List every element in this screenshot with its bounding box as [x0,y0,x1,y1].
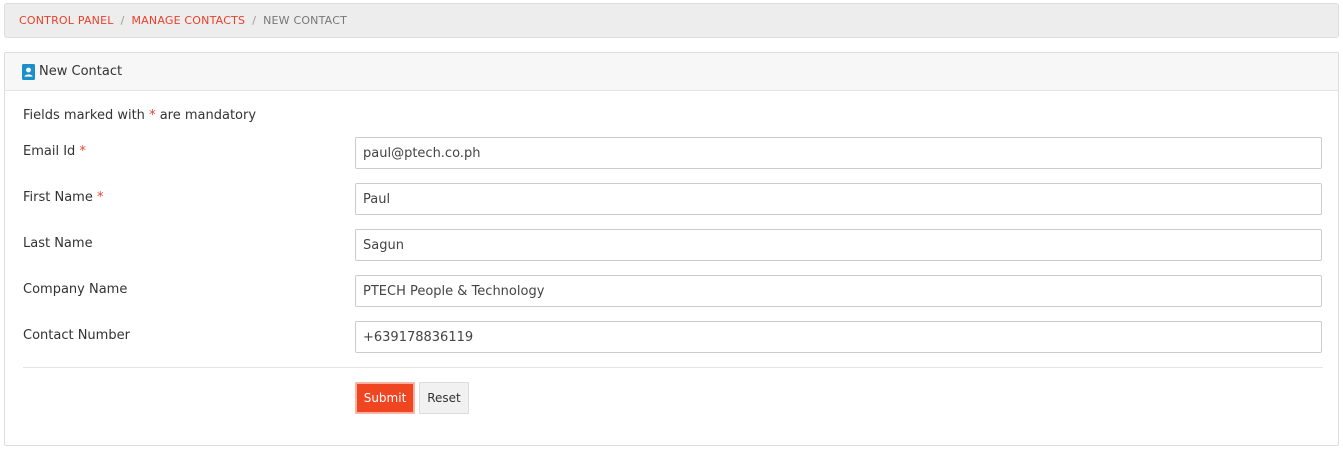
required-asterisk: * [149,108,156,123]
breadcrumb: CONTROL PANEL / MANAGE CONTACTS / NEW CO… [4,3,1339,38]
last-name-row: Last Name [23,229,1323,261]
contact-card-icon [22,63,35,80]
last-name-label: Last Name [23,236,93,251]
first-name-row: First Name * [23,183,1323,215]
email-input[interactable] [355,137,1322,169]
email-label: Email Id * [23,144,86,159]
mandatory-note-suffix: are mandatory [159,108,257,123]
first-name-label: First Name * [23,190,103,205]
last-name-input[interactable] [355,229,1322,261]
company-name-label: Company Name [23,282,128,297]
panel-header: New Contact [5,53,1338,91]
breadcrumb-separator: / [252,14,257,27]
breadcrumb-separator: / [120,14,125,27]
required-asterisk: * [96,190,104,205]
panel-title: New Contact [39,64,123,79]
breadcrumb-new-contact: NEW CONTACT [263,14,348,27]
first-name-label-text: First Name [23,190,93,205]
mandatory-note: Fields marked with * are mandatory [23,108,256,123]
email-row: Email Id * [23,137,1323,169]
company-name-row: Company Name [23,275,1323,307]
breadcrumb-manage-contacts[interactable]: MANAGE CONTACTS [131,14,245,27]
reset-button[interactable]: Reset [419,382,469,414]
contact-number-input[interactable] [355,321,1322,353]
company-name-input[interactable] [355,275,1322,307]
form-divider [23,367,1323,368]
submit-button[interactable]: Submit [355,382,415,414]
email-label-text: Email Id [23,144,76,159]
breadcrumb-control-panel[interactable]: CONTROL PANEL [19,14,114,27]
first-name-input[interactable] [355,183,1322,215]
mandatory-note-prefix: Fields marked with [23,108,145,123]
contact-number-label: Contact Number [23,328,130,343]
contact-number-row: Contact Number [23,321,1323,353]
required-asterisk: * [79,144,86,159]
new-contact-panel: New Contact Fields marked with * are man… [4,52,1339,446]
